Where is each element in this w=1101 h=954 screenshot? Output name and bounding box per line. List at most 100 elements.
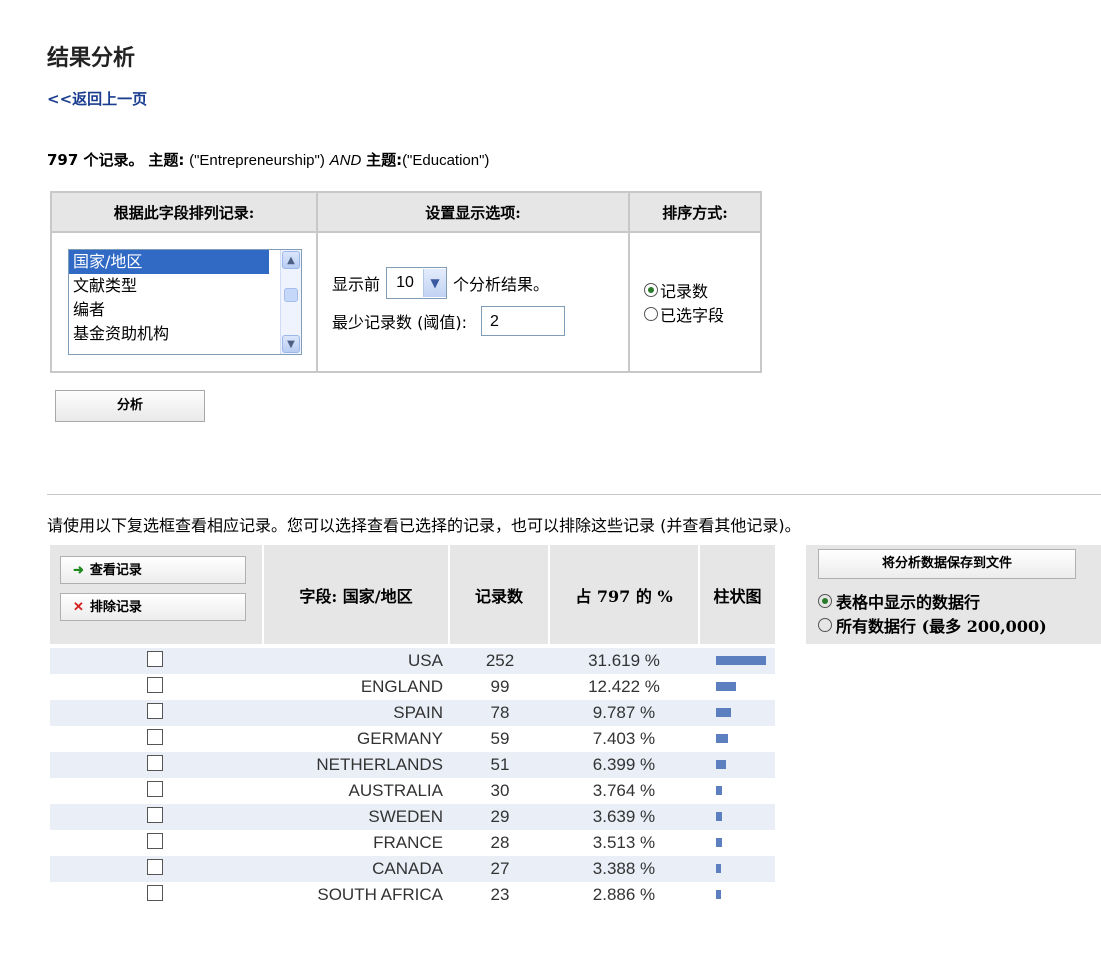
table-row: FRANCE 28 3.513 % [50, 830, 775, 856]
topic-value-1: ("Entrepreneurship") [189, 152, 325, 169]
count-column-header: 记录数 [450, 545, 550, 644]
field-listbox[interactable]: 国家/地区 文献类型 编者 基金资助机构 ▲ ▼ [68, 249, 302, 355]
row-percent: 6.399 % [592, 755, 656, 774]
row-country: SPAIN [393, 703, 443, 722]
table-row: ENGLAND 99 12.422 % [50, 674, 775, 700]
sort-by-field-label: 已选字段 [660, 306, 725, 325]
row-count: 29 [490, 807, 510, 826]
row-country: CANADA [372, 859, 443, 878]
sort-by-count-label: 记录数 [660, 282, 709, 301]
display-count-value: 10 [396, 274, 414, 291]
table-row: CANADA 27 3.388 % [50, 856, 775, 882]
query-summary: 797 个记录。 主题: ("Entrepreneurship") AND 主题… [47, 149, 489, 170]
display-prefix: 显示前 [332, 275, 381, 294]
row-checkbox[interactable] [147, 703, 163, 719]
row-bar [716, 760, 726, 769]
row-count: 99 [490, 677, 510, 696]
page-title: 结果分析 [47, 46, 136, 71]
row-percent: 9.787 % [592, 703, 656, 722]
display-count-select[interactable]: 10 ▼ [386, 267, 448, 299]
record-count: 797 个记录。 [47, 151, 144, 169]
topic-label-1: 主题: [148, 151, 185, 169]
row-checkbox[interactable] [147, 677, 163, 693]
analysis-options-table: 根据此字段排列记录: 设置显示选项: 排序方式: 国家/地区 文献类型 编者 基… [50, 191, 762, 373]
row-count: 28 [490, 833, 510, 852]
row-percent: 3.764 % [592, 781, 656, 800]
table-row: USA 252 31.619 % [50, 648, 775, 674]
row-country: USA [408, 651, 443, 670]
save-displayed-rows-option[interactable]: 表格中显示的数据行 [818, 589, 980, 613]
row-count: 27 [490, 859, 510, 878]
row-country: GERMANY [357, 729, 443, 748]
topic-value-2: ("Education") [402, 152, 490, 169]
table-row: SPAIN 78 9.787 % [50, 700, 775, 726]
listbox-scrollbar[interactable]: ▲ ▼ [280, 250, 301, 354]
row-count: 30 [490, 781, 510, 800]
row-checkbox[interactable] [147, 651, 163, 667]
row-country: SOUTH AFRICA [317, 885, 443, 904]
row-checkbox[interactable] [147, 807, 163, 823]
row-bar [716, 734, 728, 743]
row-checkbox[interactable] [147, 755, 163, 771]
threshold-input[interactable]: 2 [480, 306, 565, 336]
threshold-label: 最少记录数 (阈值): [332, 313, 467, 332]
scroll-thumb[interactable] [284, 288, 298, 302]
row-percent: 31.619 % [588, 651, 660, 670]
display-top-row: 显示前 10 ▼ 个分析结果。 [332, 266, 628, 300]
bar-column-header: 柱状图 [700, 545, 775, 644]
field-option[interactable]: 编者 [69, 298, 269, 322]
row-count: 23 [490, 885, 510, 904]
row-bar [716, 864, 721, 873]
row-checkbox[interactable] [147, 833, 163, 849]
radio-unselected-icon[interactable] [818, 618, 832, 632]
field-option[interactable]: 基金资助机构 [69, 322, 269, 346]
back-link[interactable]: <<返回上一页 [47, 88, 147, 109]
percent-column-header: 占 797 的 % [550, 545, 700, 644]
sort-header: 排序方式: [628, 191, 762, 233]
save-to-file-button[interactable]: 将分析数据保存到文件 [818, 549, 1076, 579]
action-header-cell: ➜ 查看记录 ✕ 排除记录 [50, 545, 264, 644]
row-checkbox[interactable] [147, 781, 163, 797]
row-percent: 2.886 % [592, 885, 656, 904]
row-bar [716, 708, 731, 717]
radio-selected-icon[interactable] [818, 594, 832, 608]
field-column-header: 字段: 国家/地区 [264, 545, 450, 644]
chevron-down-icon[interactable]: ▼ [423, 269, 447, 297]
table-row: AUSTRALIA 30 3.764 % [50, 778, 775, 804]
field-option[interactable]: 国家/地区 [69, 250, 269, 274]
row-country: FRANCE [373, 833, 443, 852]
field-option[interactable]: 文献类型 [69, 274, 269, 298]
row-count: 59 [490, 729, 510, 748]
scroll-down-icon[interactable]: ▼ [282, 335, 300, 353]
scroll-up-icon[interactable]: ▲ [282, 251, 300, 269]
row-count: 252 [485, 651, 515, 670]
table-row: GERMANY 59 7.403 % [50, 726, 775, 752]
row-percent: 3.513 % [592, 833, 656, 852]
close-icon: ✕ [73, 600, 84, 615]
arrow-right-icon: ➜ [73, 563, 84, 578]
row-checkbox[interactable] [147, 859, 163, 875]
sort-by-field-option[interactable]: 已选字段 [630, 302, 760, 326]
sort-by-count-option[interactable]: 记录数 [630, 278, 760, 302]
row-bar [716, 812, 722, 821]
display-suffix: 个分析结果。 [453, 275, 550, 294]
analyze-button[interactable]: 分析 [55, 390, 205, 422]
save-all-rows-option[interactable]: 所有数据行 (最多 200,000) [818, 613, 1047, 637]
field-cell: 国家/地区 文献类型 编者 基金资助机构 ▲ ▼ [50, 231, 318, 373]
row-count: 78 [490, 703, 510, 722]
row-percent: 3.388 % [592, 859, 656, 878]
topic-label-2: 主题: [366, 151, 403, 169]
row-checkbox[interactable] [147, 729, 163, 745]
radio-selected-icon[interactable] [644, 283, 658, 297]
row-checkbox[interactable] [147, 885, 163, 901]
view-records-button[interactable]: ➜ 查看记录 [60, 556, 246, 584]
radio-unselected-icon[interactable] [644, 307, 658, 321]
display-options-cell: 显示前 10 ▼ 个分析结果。 最少记录数 (阈值): 2 [316, 231, 630, 373]
row-percent: 3.639 % [592, 807, 656, 826]
row-bar [716, 656, 766, 665]
table-row: SWEDEN 29 3.639 % [50, 804, 775, 830]
table-row: SOUTH AFRICA 23 2.886 % [50, 882, 775, 908]
exclude-records-button[interactable]: ✕ 排除记录 [60, 593, 246, 621]
results-instruction: 请使用以下复选框查看相应记录。您可以选择查看已选择的记录，也可以排除这些记录 (… [47, 516, 801, 535]
row-percent: 12.422 % [588, 677, 660, 696]
